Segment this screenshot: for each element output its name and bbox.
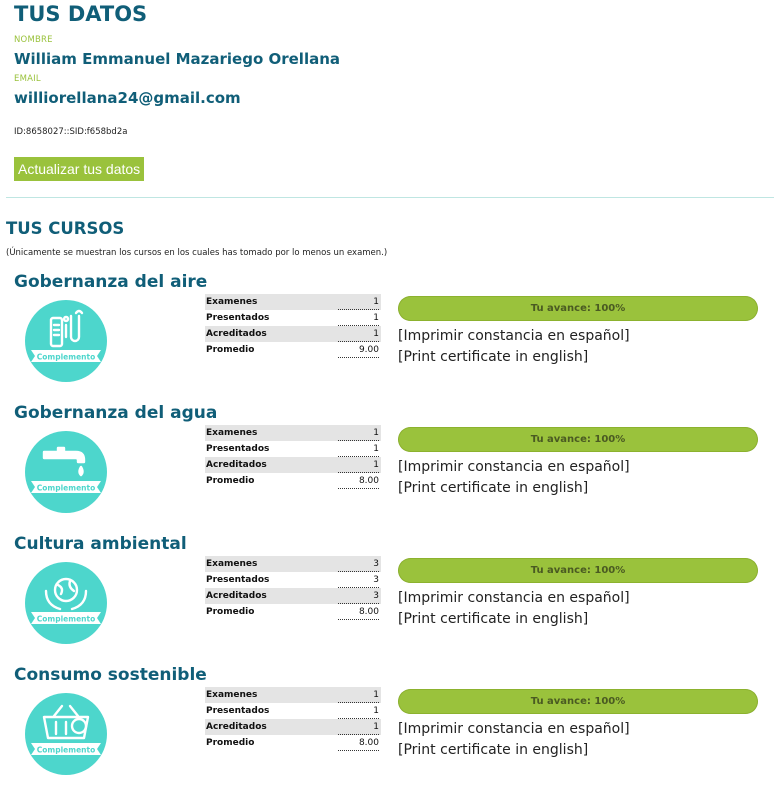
stat-value: 1 (373, 313, 379, 323)
course-badge: Complemento (25, 562, 107, 644)
stat-value: 1 (373, 706, 379, 716)
course-stats: Examenes 1 Presentados 1 Acreditados 1 P… (205, 294, 381, 358)
stat-label: Presentados (206, 575, 270, 585)
course-card-2: Gobernanza del agua Complemento Examenes… (0, 403, 784, 528)
progress-text: Tu avance: 100% (530, 696, 626, 707)
stat-label: Promedio (206, 345, 255, 355)
stat-row-examenes: Examenes 1 (205, 687, 381, 703)
stat-row-acreditados: Acreditados 1 (205, 326, 381, 342)
stat-row-promedio: Promedio 9.00 (205, 342, 381, 358)
stat-row-promedio: Promedio 8.00 (205, 735, 381, 751)
stat-row-promedio: Promedio 8.00 (205, 473, 381, 489)
course-stats: Examenes 1 Presentados 1 Acreditados 1 P… (205, 687, 381, 751)
progress-text: Tu avance: 100% (530, 434, 626, 445)
badge-label: Complemento (37, 484, 95, 493)
stat-label: Promedio (206, 607, 255, 617)
stat-value: 8.00 (358, 738, 379, 748)
stat-value: 3 (373, 559, 379, 569)
stat-value: 1 (373, 690, 379, 700)
stat-label: Presentados (206, 313, 270, 323)
course-title: Gobernanza del aire (14, 272, 208, 292)
course-badge: Complemento (25, 431, 107, 513)
user-name: William Emmanuel Mazariego Orellana (14, 50, 341, 68)
print-certificate-es-link[interactable]: [Imprimir constancia en español] (398, 328, 630, 344)
course-card-4: Consumo sostenible Complemento Examenes … (0, 665, 784, 790)
section-divider (6, 197, 774, 198)
stat-label: Acreditados (206, 591, 267, 601)
course-title: Consumo sostenible (14, 665, 207, 685)
stat-value: 1 (373, 297, 379, 307)
print-certificate-en-link[interactable]: [Print certificate in english] (398, 480, 588, 496)
course-stats: Examenes 1 Presentados 1 Acreditados 1 P… (205, 425, 381, 489)
stat-row-presentados: Presentados 1 (205, 310, 381, 326)
stat-row-presentados: Presentados 1 (205, 441, 381, 457)
profile-heading: TUS DATOS (14, 2, 148, 26)
progress-bar: Tu avance: 100% (398, 427, 758, 452)
stat-label: Examenes (206, 559, 258, 569)
print-certificate-en-link[interactable]: [Print certificate in english] (398, 349, 588, 365)
update-profile-button[interactable]: Actualizar tus datos (14, 157, 145, 181)
course-card-1: Gobernanza del aire Complemento Examenes… (0, 272, 784, 397)
stat-label: Promedio (206, 476, 255, 486)
badge-label: Complemento (37, 746, 95, 755)
stat-row-presentados: Presentados 3 (205, 572, 381, 588)
stat-value: 8.00 (358, 607, 379, 617)
badge-label: Complemento (37, 353, 95, 362)
print-certificate-es-link[interactable]: [Imprimir constancia en español] (398, 459, 630, 475)
stat-row-examenes: Examenes 3 (205, 556, 381, 572)
email-label: EMAIL (14, 74, 41, 84)
user-ids: ID:8658027::SID:f658bd2a (14, 127, 128, 137)
stat-value: 1 (373, 329, 379, 339)
stat-label: Examenes (206, 690, 258, 700)
print-certificate-es-link[interactable]: [Imprimir constancia en español] (398, 721, 630, 737)
stat-label: Promedio (206, 738, 255, 748)
stat-label: Examenes (206, 297, 258, 307)
progress-bar: Tu avance: 100% (398, 558, 758, 583)
course-badge: Complemento (25, 300, 107, 382)
name-label: NOMBRE (14, 35, 53, 45)
user-email: williorellana24@gmail.com (14, 89, 241, 107)
progress-bar: Tu avance: 100% (398, 689, 758, 714)
progress-text: Tu avance: 100% (530, 565, 626, 576)
stat-value: 1 (373, 722, 379, 732)
print-certificate-en-link[interactable]: [Print certificate in english] (398, 611, 588, 627)
course-stats: Examenes 3 Presentados 3 Acreditados 3 P… (205, 556, 381, 620)
courses-heading: TUS CURSOS (6, 219, 125, 238)
progress-text: Tu avance: 100% (530, 303, 626, 314)
stat-label: Presentados (206, 444, 270, 454)
stat-label: Examenes (206, 428, 258, 438)
stat-label: Acreditados (206, 329, 267, 339)
stat-value: 1 (373, 428, 379, 438)
stat-row-acreditados: Acreditados 3 (205, 588, 381, 604)
stat-value: 1 (373, 444, 379, 454)
stat-row-acreditados: Acreditados 1 (205, 457, 381, 473)
stat-row-examenes: Examenes 1 (205, 425, 381, 441)
stat-value: 1 (373, 460, 379, 470)
stat-value: 9.00 (358, 345, 379, 355)
stat-label: Presentados (206, 706, 270, 716)
stat-label: Acreditados (206, 460, 267, 470)
print-certificate-en-link[interactable]: [Print certificate in english] (398, 742, 588, 758)
course-card-3: Cultura ambiental Complemento Examenes 3… (0, 534, 784, 659)
stat-row-examenes: Examenes 1 (205, 294, 381, 310)
stat-label: Acreditados (206, 722, 267, 732)
badge-label: Complemento (37, 615, 95, 624)
stat-row-promedio: Promedio 8.00 (205, 604, 381, 620)
stat-row-acreditados: Acreditados 1 (205, 719, 381, 735)
courses-note: (Únicamente se muestran los cursos en lo… (6, 248, 388, 258)
print-certificate-es-link[interactable]: [Imprimir constancia en español] (398, 590, 630, 606)
stat-value: 8.00 (358, 476, 379, 486)
progress-bar: Tu avance: 100% (398, 296, 758, 321)
stat-value: 3 (373, 575, 379, 585)
stat-value: 3 (373, 591, 379, 601)
course-badge: Complemento (25, 693, 107, 775)
course-title: Cultura ambiental (14, 534, 187, 554)
course-title: Gobernanza del agua (14, 403, 218, 423)
stat-row-presentados: Presentados 1 (205, 703, 381, 719)
